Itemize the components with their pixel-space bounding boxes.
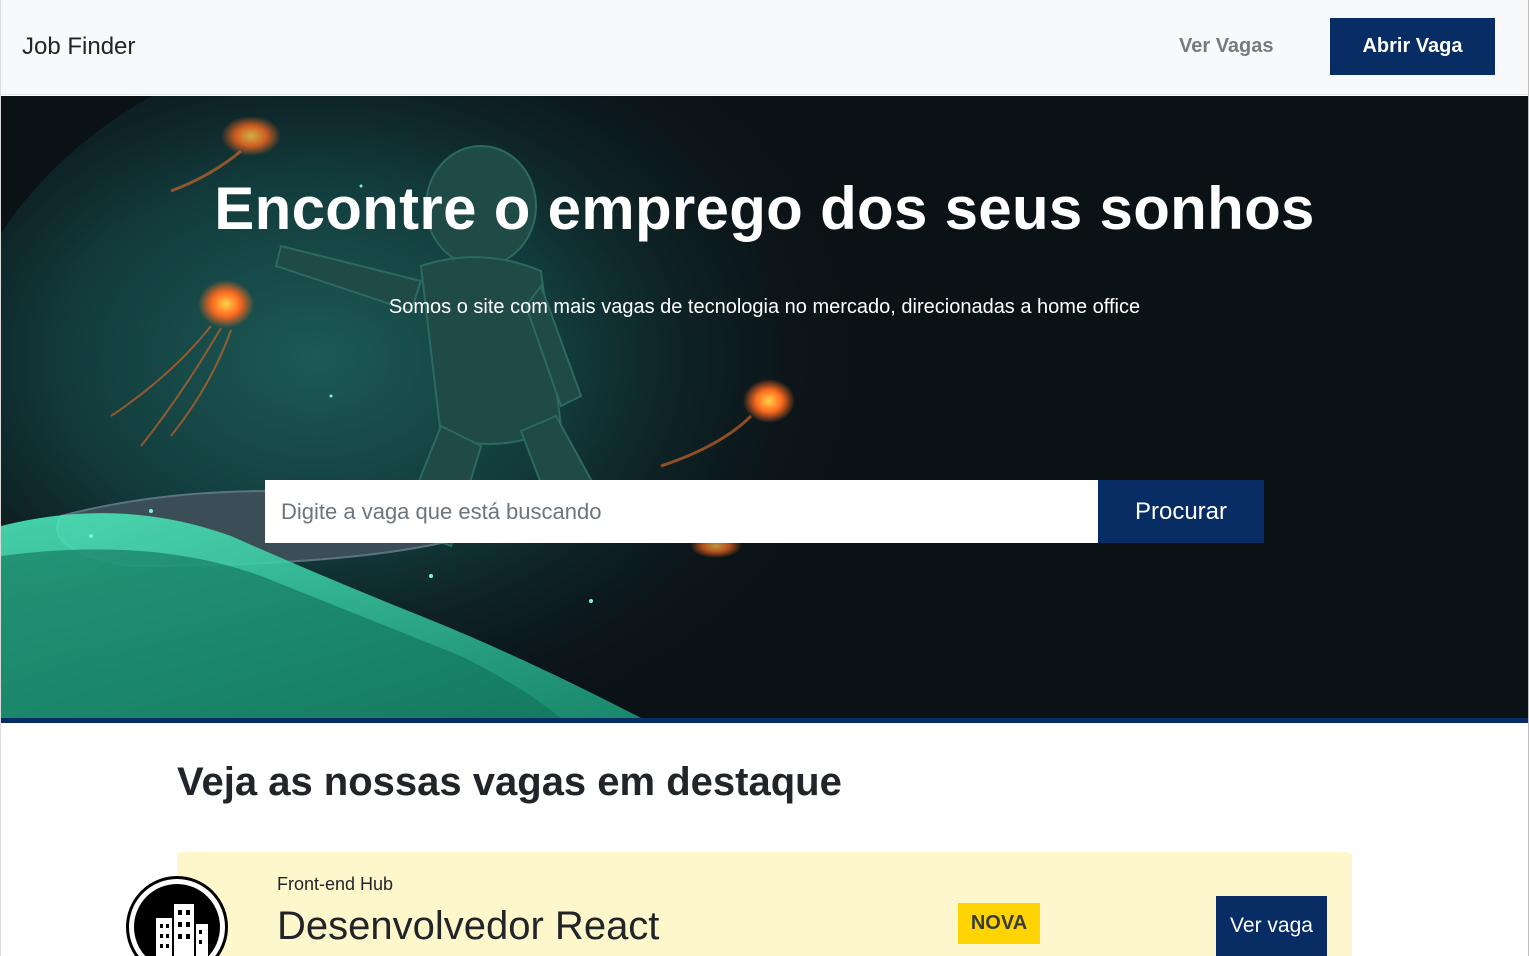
hero-title: Encontre o emprego dos seus sonhos (214, 175, 1315, 242)
hero-subtitle: Somos o site com mais vagas de tecnologi… (388, 296, 1141, 318)
ver-vaga-button[interactable]: Ver vaga (1216, 896, 1327, 956)
job-company: Front-end Hub (277, 874, 394, 894)
procurar-button[interactable]: Procurar (1098, 480, 1264, 543)
company-logo (126, 876, 228, 956)
hero-divider (1, 718, 1528, 723)
job-title: Desenvolvedor React (277, 904, 660, 948)
featured-heading: Veja as nossas vagas em destaque (177, 760, 842, 804)
ver-vagas-link[interactable]: Ver Vagas (1179, 35, 1274, 58)
abrir-vaga-button[interactable]: Abrir Vaga (1330, 18, 1495, 75)
hero-section: Encontre o emprego dos seus sonhos Somos… (1, 96, 1528, 718)
search-bar: Procurar (265, 480, 1264, 543)
building-icon (134, 884, 220, 956)
page: Job Finder Ver Vagas Abrir Vaga Encontre… (0, 0, 1529, 956)
brand-logo-text[interactable]: Job Finder (22, 33, 135, 61)
navbar: Job Finder Ver Vagas Abrir Vaga (1, 0, 1528, 95)
new-badge: NOVA (958, 903, 1040, 944)
search-input[interactable] (265, 480, 1098, 543)
